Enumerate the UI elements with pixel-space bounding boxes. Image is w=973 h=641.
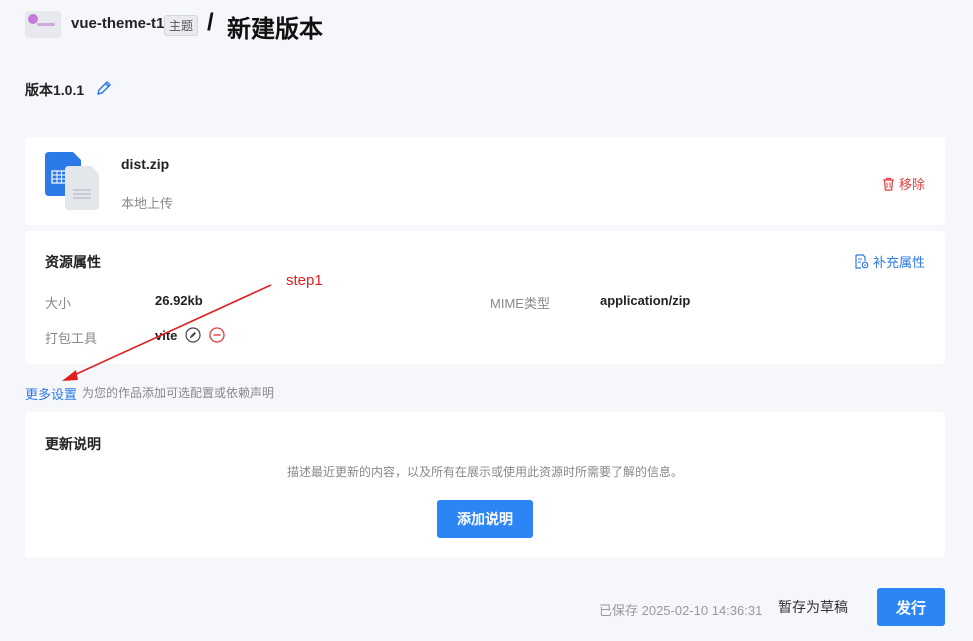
file-card: dist.zip 本地上传 移除 [25, 137, 945, 225]
page-title: 新建版本 [227, 16, 323, 43]
release-notes-card: 更新说明 描述最近更新的内容，以及所有在展示或使用此资源时所需要了解的信息。 添… [25, 412, 945, 558]
theme-name[interactable]: vue-theme-t1 [71, 15, 164, 32]
release-notes-description: 描述最近更新的内容，以及所有在展示或使用此资源时所需要了解的信息。 [286, 465, 683, 479]
release-notes-title: 更新说明 [45, 436, 101, 452]
publish-button[interactable]: 发行 [877, 588, 945, 626]
more-settings-hint: 为您的作品添加可选配置或依赖声明 [82, 386, 275, 400]
add-notes-button[interactable]: 添加说明 [437, 500, 533, 538]
file-source: 本地上传 [121, 196, 174, 211]
version-label: 版本1.0.1 [25, 82, 85, 98]
properties-title: 资源属性 [45, 254, 101, 270]
save-draft-button[interactable]: 暂存为草稿 [768, 591, 858, 623]
mime-key: MIME类型 [490, 296, 550, 311]
theme-badge: 主题 [164, 15, 199, 36]
mime-value: application/zip [600, 293, 691, 308]
build-tool-value: vite [155, 328, 178, 343]
remove-circle-icon[interactable] [209, 327, 225, 343]
trash-icon [882, 177, 894, 191]
more-settings-link[interactable]: 更多设置 [25, 384, 77, 403]
remove-button[interactable]: 移除 [882, 174, 925, 193]
remove-label: 移除 [898, 177, 925, 192]
pencil-icon[interactable] [94, 78, 114, 98]
file-document-icon [45, 152, 99, 210]
annotation-step-label: step1 [286, 272, 323, 289]
theme-thumbnail [25, 11, 61, 38]
edit-circle-icon[interactable] [185, 327, 201, 343]
add-property-label: 补充属性 [872, 255, 925, 270]
add-property-button[interactable]: 补充属性 [854, 252, 925, 271]
build-tool-key: 打包工具 [45, 331, 98, 346]
size-value: 26.92kb [155, 293, 203, 308]
document-settings-icon [855, 254, 869, 269]
page: vue-theme-t1 主题 / 新建版本 版本1.0.1 dist.zip … [0, 0, 973, 641]
size-key: 大小 [45, 296, 72, 311]
properties-card: 资源属性 补充属性 大小 26.92kb MIME类型 application/… [25, 231, 945, 364]
file-name: dist.zip [121, 156, 170, 172]
breadcrumb-separator: / [207, 9, 214, 36]
saved-status: 已保存 2025-02-10 14:36:31 [599, 603, 763, 618]
